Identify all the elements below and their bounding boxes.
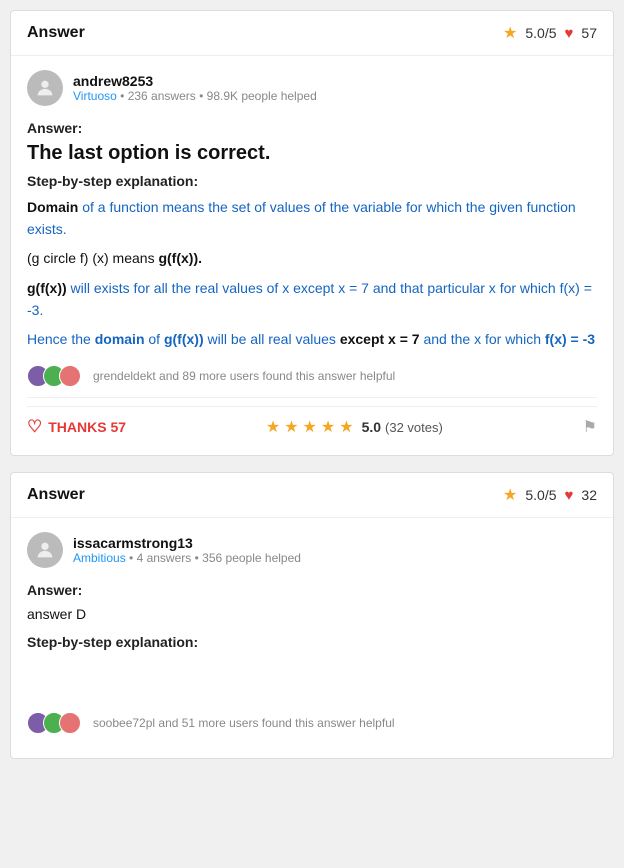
helpful-row-1: grendeldekt and 89 more users found this… — [27, 365, 597, 387]
star-3: ★ — [303, 417, 317, 437]
star-icon-2: ★ — [503, 485, 517, 505]
user-details-1: andrew8253 Virtuoso • 236 answers • 98.9… — [73, 73, 317, 103]
star-4: ★ — [321, 417, 335, 437]
para-4-and: and the x for which — [423, 331, 544, 347]
helpful-avatars-2 — [27, 712, 75, 734]
user-meta-2: Ambitious • 4 answers • 356 people helpe… — [73, 551, 301, 565]
heart-icon-2: ♥ — [565, 487, 574, 504]
user-meta-1: Virtuoso • 236 answers • 98.9K people he… — [73, 89, 317, 103]
step-label-1: Step-by-step explanation: — [27, 173, 597, 189]
answer-title-2: Answer — [27, 486, 85, 504]
user-answers-2: 4 answers — [137, 551, 192, 565]
answer-meta-2: ★ 5.0/5 ♥ 32 — [503, 485, 597, 505]
heart-count-2: 32 — [581, 487, 597, 503]
star-2: ★ — [284, 417, 298, 437]
para-1-blue: of a function means the set of values of… — [27, 199, 576, 237]
helper2-avatar-3 — [59, 712, 81, 734]
para-4-hence: Hence the — [27, 331, 95, 347]
domain-bold: Domain — [27, 199, 78, 215]
avatar-1 — [27, 70, 63, 106]
helper-avatar-3 — [59, 365, 81, 387]
helpful-text-1: grendeldekt and 89 more users found this… — [93, 369, 395, 383]
heart-count-1: 57 — [581, 25, 597, 41]
gfx-bold-2: g(f(x)) — [27, 280, 67, 296]
divider-1 — [27, 397, 597, 398]
flag-icon-1[interactable]: ⚑ — [583, 417, 597, 437]
user-helped-2: 356 people helped — [202, 551, 301, 565]
votes-text-1: (32 votes) — [385, 420, 443, 435]
thanks-row-1: ♡ THANKS 57 ★ ★ ★ ★ ★ 5.0 (32 votes) ⚑ — [27, 406, 597, 441]
answer-title-1: Answer — [27, 24, 85, 42]
user-helped-1: 98.9K people helped — [207, 89, 317, 103]
helpful-text-2: soobee72pl and 51 more users found this … — [93, 716, 395, 730]
user-badge-2: Ambitious — [73, 551, 126, 565]
star-icon-1: ★ — [503, 23, 517, 43]
user-details-2: issacarmstrong13 Ambitious • 4 answers •… — [73, 535, 301, 565]
para-4-domain: domain — [95, 331, 145, 347]
answer-text-2: answer D — [27, 604, 597, 626]
star-5: ★ — [339, 417, 353, 437]
user-answers-1: 236 answers — [128, 89, 196, 103]
step-content-2 — [27, 658, 597, 698]
helpful-row-2: soobee72pl and 51 more users found this … — [27, 712, 597, 734]
para-3: g(f(x)) will exists for all the real val… — [27, 278, 597, 321]
answer-card-2: Answer ★ 5.0/5 ♥ 32 issacarmstrong13 Amb… — [10, 472, 614, 759]
answer-body-2: issacarmstrong13 Ambitious • 4 answers •… — [11, 518, 613, 758]
rating-value-1: 5.0 — [362, 419, 381, 435]
helpful-avatars-1 — [27, 365, 75, 387]
answer-meta-1: ★ 5.0/5 ♥ 57 — [503, 23, 597, 43]
gfx-bold-1: g(f(x)). — [158, 250, 202, 266]
heart-icon-1: ♥ — [565, 25, 574, 42]
para-4-of: of — [148, 331, 164, 347]
step-label-2: Step-by-step explanation: — [27, 634, 597, 650]
thanks-heart-icon: ♡ — [27, 417, 42, 437]
para-4-gfx: g(f(x)) — [164, 331, 204, 347]
stars-row-1: ★ ★ ★ ★ ★ 5.0 (32 votes) — [266, 417, 443, 437]
para-4-will: will be all real values — [208, 331, 340, 347]
thanks-button-1[interactable]: ♡ THANKS 57 — [27, 417, 126, 437]
rating-text-2: 5.0/5 — [525, 487, 556, 503]
para-4: Hence the domain of g(f(x)) will be all … — [27, 329, 597, 351]
answer-body-1: andrew8253 Virtuoso • 236 answers • 98.9… — [11, 56, 613, 455]
avatar-2 — [27, 532, 63, 568]
answer-header-1: Answer ★ 5.0/5 ♥ 57 — [11, 11, 613, 56]
answer-card-1: Answer ★ 5.0/5 ♥ 57 andrew8253 Virtuoso … — [10, 10, 614, 456]
para-1: Domain of a function means the set of va… — [27, 197, 597, 240]
user-info-1: andrew8253 Virtuoso • 236 answers • 98.9… — [27, 70, 597, 106]
para-2: (g circle f) (x) means g(f(x)). — [27, 248, 597, 270]
user-sep-2: • — [129, 551, 137, 565]
username-2: issacarmstrong13 — [73, 535, 301, 551]
username-1: andrew8253 — [73, 73, 317, 89]
thanks-label-1: THANKS 57 — [48, 419, 126, 435]
answer-main-text-1: The last option is correct. — [27, 142, 597, 165]
answer-label-1: Answer: — [27, 120, 597, 136]
user-badge-1: Virtuoso — [73, 89, 117, 103]
user-info-2: issacarmstrong13 Ambitious • 4 answers •… — [27, 532, 597, 568]
answer-header-2: Answer ★ 5.0/5 ♥ 32 — [11, 473, 613, 518]
answer-label-2: Answer: — [27, 582, 597, 598]
para-4-fx: f(x) = -3 — [545, 331, 595, 347]
para-4-except: except x = 7 — [340, 331, 420, 347]
user-sep-1: • — [120, 89, 128, 103]
star-1: ★ — [266, 417, 280, 437]
rating-text-1: 5.0/5 — [525, 25, 556, 41]
para-3-blue: will exists for all the real values of x… — [27, 280, 592, 318]
user-sep2-1: • — [199, 89, 207, 103]
